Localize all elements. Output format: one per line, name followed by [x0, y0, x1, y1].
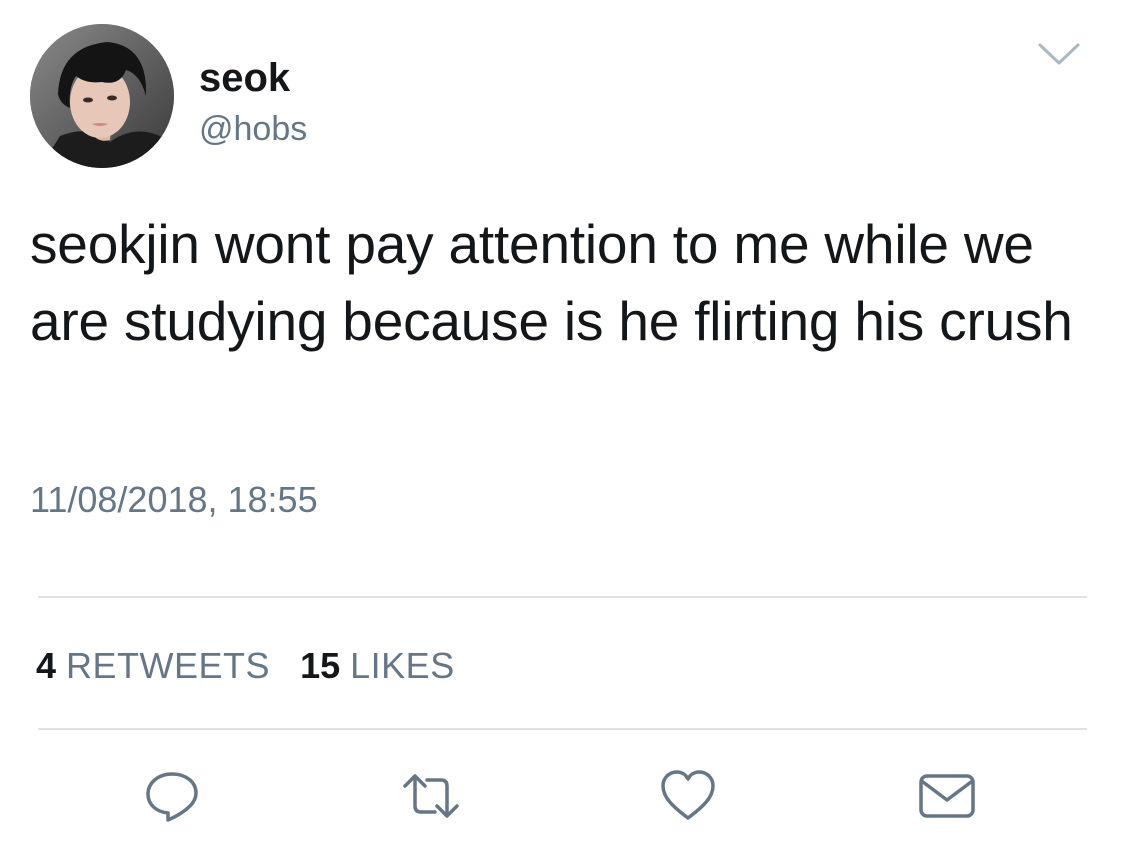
tweet-text: seokjin wont pay attention to me while w…: [30, 213, 1073, 352]
author-name[interactable]: seok: [199, 54, 290, 102]
tweet-stats: 4 RETWEETS 15 LIKES: [36, 644, 455, 688]
reply-button[interactable]: [142, 766, 202, 826]
retweets-stat[interactable]: 4 RETWEETS: [36, 645, 270, 686]
tweet-detail: seok @hobs seokjin wont pay attention to…: [0, 0, 1125, 856]
author-handle[interactable]: @hobs: [199, 108, 307, 150]
chevron-down-icon[interactable]: [1036, 38, 1082, 68]
envelope-icon: [919, 774, 975, 818]
likes-count: 15: [300, 645, 341, 686]
divider: [38, 728, 1087, 730]
retweets-label: RETWEETS: [66, 645, 271, 686]
retweets-count: 4: [36, 645, 57, 686]
reply-icon: [146, 772, 198, 822]
like-button[interactable]: [658, 766, 718, 826]
divider: [38, 596, 1087, 598]
retweet-icon: [403, 774, 459, 818]
likes-label: LIKES: [350, 645, 455, 686]
direct-message-button[interactable]: [917, 766, 977, 826]
avatar[interactable]: [30, 24, 174, 168]
heart-icon: [661, 770, 715, 820]
avatar-photo: [30, 24, 174, 168]
retweet-button[interactable]: [401, 766, 461, 826]
likes-stat[interactable]: 15 LIKES: [300, 645, 455, 686]
tweet-timestamp: 11/08/2018, 18:55: [30, 479, 318, 520]
